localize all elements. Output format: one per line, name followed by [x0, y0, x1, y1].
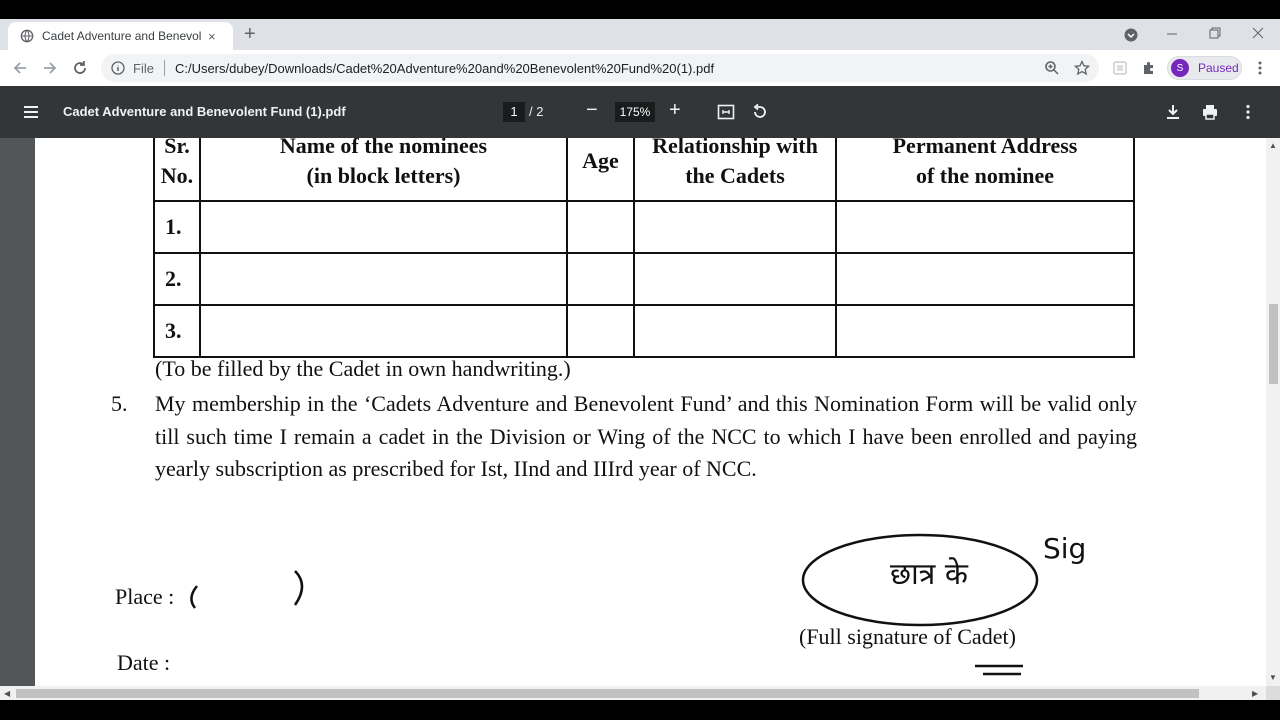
tab-strip: Cadet Adventure and Benevolent Fund (1).… — [0, 19, 1280, 50]
zoom-out-button[interactable]: − — [586, 99, 598, 121]
new-tab-button[interactable]: + — [244, 24, 256, 44]
page-total: / 2 — [529, 104, 544, 119]
scroll-right-arrow-icon[interactable]: ▶ — [1252, 689, 1258, 698]
print-icon[interactable] — [1201, 103, 1219, 121]
tab-cadet-pdf[interactable]: Cadet Adventure and Benevolent Fund (1).… — [8, 22, 233, 50]
forward-icon[interactable] — [42, 60, 58, 76]
hindi-annotation: छात्र के — [890, 557, 969, 592]
pdf-file-title: Cadet Adventure and Benevolent Fund (1).… — [63, 104, 346, 119]
minimize-icon[interactable] — [1166, 28, 1178, 40]
extension-puzzle-disabled-icon[interactable] — [1112, 60, 1128, 76]
download-icon[interactable] — [1164, 103, 1182, 121]
scroll-left-arrow-icon[interactable]: ◀ — [4, 689, 10, 698]
vertical-scroll-thumb[interactable] — [1269, 304, 1278, 384]
profile-status: Paused — [1198, 61, 1239, 75]
url-separator — [163, 60, 165, 76]
profile-button[interactable]: S Paused — [1167, 56, 1242, 80]
zoom-icon[interactable] — [1044, 60, 1060, 76]
horizontal-scrollbar[interactable]: ◀ ▶ — [0, 686, 1266, 700]
tab-title: Cadet Adventure and Benevolent Fund (1).… — [42, 29, 202, 43]
fit-page-icon[interactable] — [717, 103, 735, 121]
url-text[interactable]: C:/Users/dubey/Downloads/Cadet%20Adventu… — [175, 61, 714, 76]
browser-toolbar: File C:/Users/dubey/Downloads/Cadet%20Ad… — [0, 50, 1280, 86]
bookmark-star-icon[interactable] — [1074, 60, 1090, 76]
pdf-toolbar: Cadet Adventure and Benevolent Fund (1).… — [0, 86, 1280, 138]
zoom-in-button[interactable]: + — [669, 99, 681, 121]
tab-close-icon[interactable]: × — [208, 29, 216, 44]
more-actions-icon[interactable] — [1239, 103, 1257, 121]
browser-menu-icon[interactable] — [1252, 60, 1268, 76]
pdf-viewport[interactable]: Sr. No. Name of the nominees (in block let… — [0, 138, 1266, 686]
info-icon[interactable] — [111, 61, 125, 75]
screen-bottom-edge — [0, 700, 1280, 720]
globe-icon — [20, 29, 34, 43]
page-number-input[interactable]: 1 — [503, 102, 525, 122]
vertical-scrollbar[interactable]: ▲ ▼ — [1266, 138, 1280, 686]
hamburger-menu-icon[interactable] — [22, 103, 40, 121]
reload-icon[interactable] — [72, 60, 88, 76]
avatar: S — [1171, 59, 1189, 77]
zoom-level-input[interactable]: 175% — [615, 102, 655, 122]
extensions-icon[interactable] — [1141, 60, 1157, 76]
rotate-icon[interactable] — [751, 103, 769, 121]
ink-annotations: छात्र के Sig — [190, 532, 1086, 676]
pdf-page: Sr. No. Name of the nominees (in block let… — [35, 138, 1266, 686]
scroll-down-arrow-icon[interactable]: ▼ — [1269, 673, 1277, 682]
tab-search-icon[interactable] — [1124, 28, 1138, 42]
address-bar[interactable]: File C:/Users/dubey/Downloads/Cadet%20Ad… — [101, 54, 1099, 82]
screen-top-edge — [0, 0, 1280, 19]
restore-icon[interactable] — [1209, 27, 1221, 39]
horizontal-scroll-thumb[interactable] — [16, 689, 1199, 698]
scroll-up-arrow-icon[interactable]: ▲ — [1269, 141, 1277, 150]
close-window-icon[interactable] — [1252, 27, 1264, 39]
sig-annotation: Sig — [1043, 532, 1086, 565]
back-icon[interactable] — [12, 60, 28, 76]
scrollbar-corner — [1266, 686, 1280, 700]
url-scheme-label: File — [133, 60, 154, 76]
